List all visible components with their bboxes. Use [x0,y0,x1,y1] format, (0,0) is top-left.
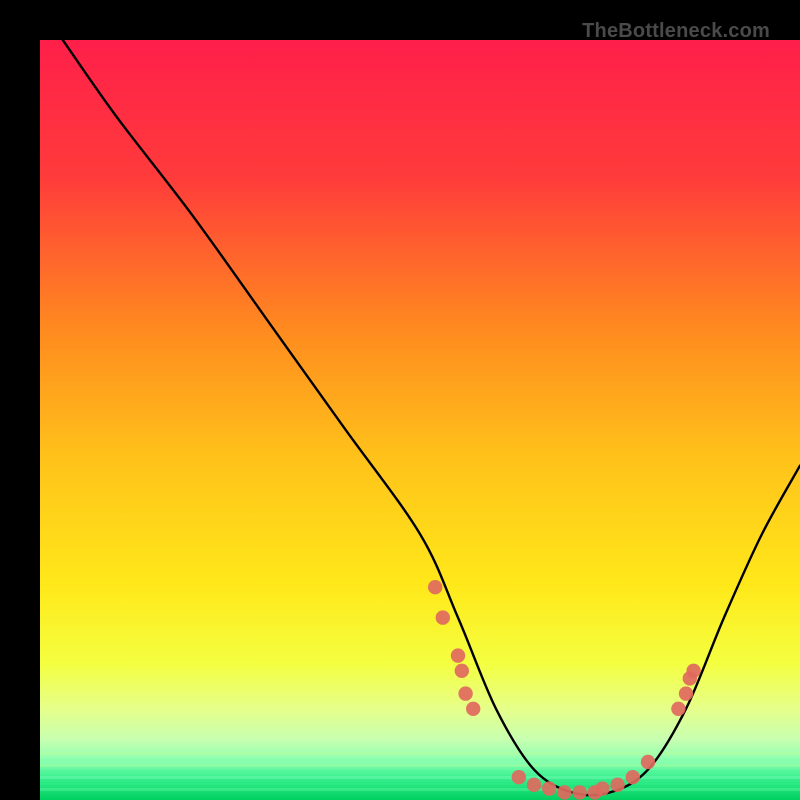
data-point [451,648,465,662]
curve-layer [40,40,800,800]
data-point [458,686,472,700]
data-point [436,610,450,624]
data-point [428,580,442,594]
data-point [679,686,693,700]
data-point [512,770,526,784]
data-point [641,755,655,769]
watermark-text: TheBottleneck.com [582,20,770,43]
data-point [542,781,556,795]
data-point [557,785,571,799]
chart-frame: TheBottleneck.com [20,20,780,780]
plot-area [40,40,800,800]
data-point [466,702,480,716]
data-point [626,770,640,784]
data-point [686,664,700,678]
data-point [527,778,541,792]
data-point [671,702,685,716]
data-point [610,778,624,792]
highlighted-points [428,580,701,800]
data-point [455,664,469,678]
data-point [595,781,609,795]
data-point [572,785,586,799]
